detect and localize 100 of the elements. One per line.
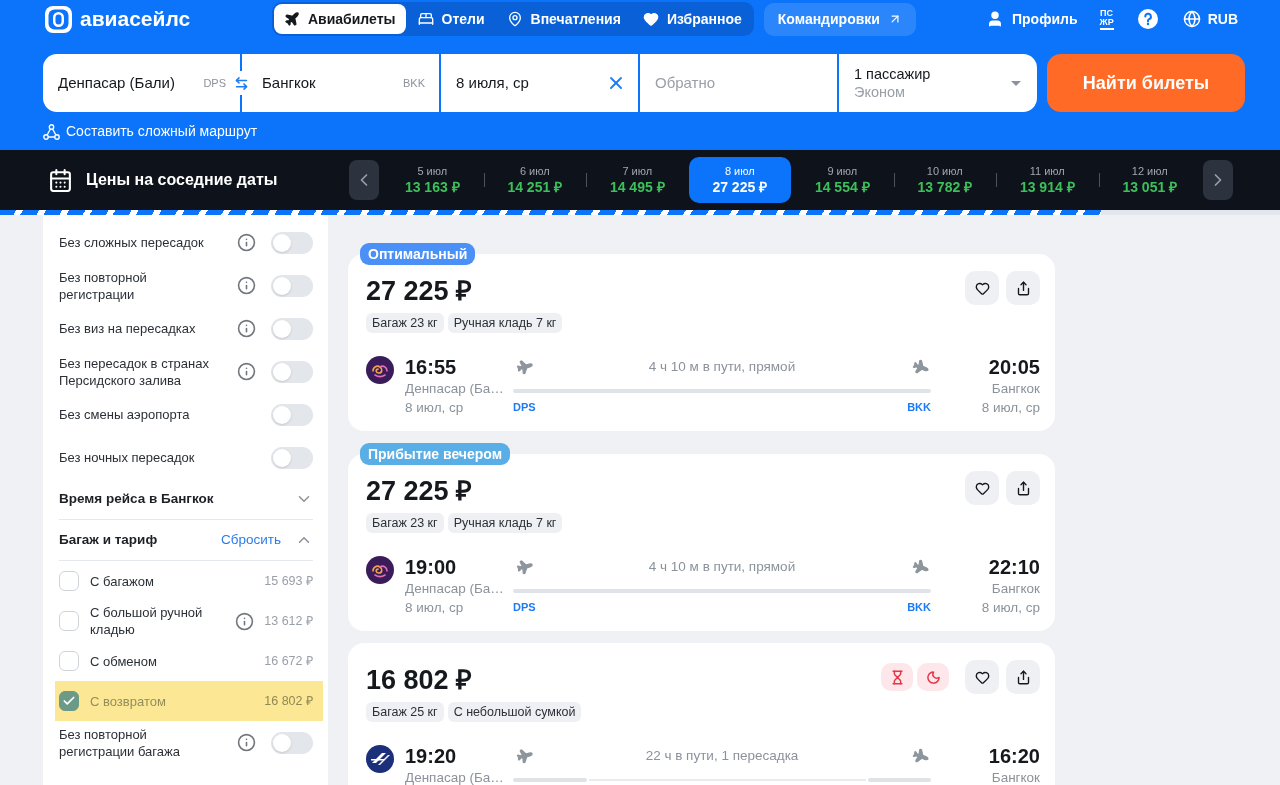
business-link[interactable]: Командировки [763, 2, 916, 36]
baggage-tag: Багаж 23 кг [366, 513, 444, 533]
filter-label: Без повторной регистрации багажа [59, 725, 181, 760]
info-icon[interactable] [237, 362, 256, 381]
route-nodes-icon [43, 123, 60, 140]
ticket-price: 16 802 ₽ [366, 666, 474, 694]
flight-duration: 4 ч 10 м в пути, прямой [648, 357, 796, 376]
nav-tab[interactable]: Авиабилеты [274, 4, 406, 34]
toggle-switch[interactable] [271, 231, 313, 254]
filter-label: С возвратом [90, 692, 167, 710]
checkbox[interactable] [59, 691, 79, 711]
airport-code: BKK [403, 75, 425, 91]
toggle-switch[interactable] [271, 317, 313, 340]
favorite-button[interactable] [965, 271, 999, 305]
origin-field[interactable]: Денпасар (Бали) DPS [43, 54, 240, 112]
share-icon [1015, 669, 1031, 685]
passengers-field[interactable]: 1 пассажир Эконом [839, 54, 1037, 112]
nearby-dates-title: Цены на соседние даты [86, 170, 278, 190]
departure-city: Денпасар (Ба… [405, 769, 505, 785]
flight-duration: 22 ч в пути, 1 пересадка [645, 746, 799, 765]
filter-label: С багажом [90, 572, 155, 590]
logo-text: авиасейлс [80, 6, 191, 33]
airport-code: BKK [907, 400, 931, 414]
heart-icon [974, 480, 990, 496]
filter-price: 16 802 ₽ [264, 692, 313, 710]
favorite-button[interactable] [965, 471, 999, 505]
filter-label: Без виз на пересадках [59, 320, 197, 337]
logo-icon [45, 5, 72, 33]
nav-tab[interactable]: Избранное [632, 4, 752, 34]
arrival-city: Бангкок [991, 380, 1040, 398]
date-option[interactable]: 10 июл 13 782 ₽ [893, 157, 996, 203]
info-icon[interactable] [235, 611, 255, 631]
departure-time: 16:55 [405, 355, 458, 379]
favorite-button[interactable] [965, 660, 999, 694]
departure-time: 19:00 [405, 555, 458, 579]
toggle-switch[interactable] [271, 446, 313, 469]
section-title: Время рейса в Бангкок [59, 489, 214, 508]
share-button[interactable] [1006, 271, 1040, 305]
profile-link[interactable]: Профиль [986, 8, 1078, 30]
baggage-tag: Ручная кладь 7 кг [447, 513, 563, 533]
checkbox[interactable] [59, 611, 79, 631]
filter-label: С обменом [90, 652, 158, 670]
toggle-switch[interactable] [271, 403, 313, 426]
date-option[interactable]: 8 июл 27 225 ₽ [688, 157, 791, 203]
ticket-card[interactable]: 16 802 ₽ Багаж 25 кг С небольшой сумкой 19:20 Денпасар (Ба… 22 ч в пути, 1 пересадка 16:20 Бангкок [348, 643, 1055, 785]
filter-label: С большой ручной кладью [90, 604, 204, 638]
info-icon[interactable] [237, 233, 256, 252]
toggle-switch[interactable] [271, 274, 313, 297]
info-icon[interactable] [237, 733, 256, 752]
date-field[interactable]: 8 июля, ср [441, 54, 638, 112]
share-icon [1015, 480, 1031, 496]
baggage-tag: Багаж 23 кг [366, 313, 444, 333]
calendar-icon [48, 167, 73, 193]
date-option[interactable]: 11 июл 13 914 ₽ [996, 157, 1099, 203]
help-icon[interactable] [1137, 9, 1158, 29]
filter-price: 15 693 ₽ [264, 572, 313, 590]
arrival-city: Бангкок [991, 769, 1040, 785]
date-option[interactable]: 7 июл 14 495 ₽ [586, 157, 689, 203]
arrival-date: 8 июл, ср [981, 599, 1040, 617]
card-badge: Прибытие вечером [360, 443, 510, 465]
currency-button[interactable]: RUB [1182, 8, 1238, 30]
arrival-time: 16:20 [988, 744, 1040, 768]
flight-duration: 4 ч 10 м в пути, прямой [648, 557, 796, 576]
swap-icon [233, 75, 249, 91]
checkbox[interactable] [59, 571, 79, 591]
departure-city: Денпасар (Ба… [405, 580, 505, 598]
share-button[interactable] [1006, 660, 1040, 694]
caret-down-icon [1011, 80, 1021, 86]
date-option[interactable]: 9 июл 14 554 ₽ [791, 157, 894, 203]
toggle-switch[interactable] [271, 360, 313, 383]
nav-tab[interactable]: Отели [407, 4, 495, 34]
departure-time: 19:20 [405, 744, 458, 768]
card-badge: Оптимальный [360, 243, 476, 265]
date-option[interactable]: 12 июл 13 051 ₽ [1098, 157, 1201, 203]
departure-city: Денпасар (Ба… [405, 380, 505, 398]
date-option[interactable]: 5 июл 13 163 ₽ [381, 157, 484, 203]
toggle-switch[interactable] [271, 731, 313, 754]
plane-icon [284, 11, 300, 27]
bed-icon [417, 11, 434, 27]
filter-price: 13 612 ₽ [264, 612, 313, 630]
destination-field[interactable]: Бангкок BKK [242, 54, 439, 112]
info-icon[interactable] [237, 319, 256, 338]
nav-tab[interactable]: Впечатления [496, 4, 631, 34]
complex-route-link[interactable]: Составить сложный маршрут [43, 121, 258, 142]
letters-badge[interactable]: ПС ЖР [1099, 8, 1114, 30]
check-icon [62, 694, 76, 708]
arrival-city: Бангкок [991, 580, 1040, 598]
filter-price: 16 672 ₽ [264, 652, 313, 670]
globe-icon [1182, 10, 1201, 28]
filter-label: Без смены аэропорта [59, 406, 191, 423]
date-option[interactable]: 6 июл 14 251 ₽ [483, 157, 586, 203]
info-icon[interactable] [237, 276, 256, 295]
section-title: Багаж и тариф [59, 530, 158, 549]
reset-link[interactable]: Сбросить [221, 529, 281, 551]
departure-date: 8 июл, ср [405, 399, 465, 417]
checkbox[interactable] [59, 651, 79, 671]
share-button[interactable] [1006, 471, 1040, 505]
arrival-time: 20:05 [988, 355, 1040, 379]
ticket-price: 27 225 ₽ [366, 277, 474, 305]
moon-icon [917, 663, 949, 691]
